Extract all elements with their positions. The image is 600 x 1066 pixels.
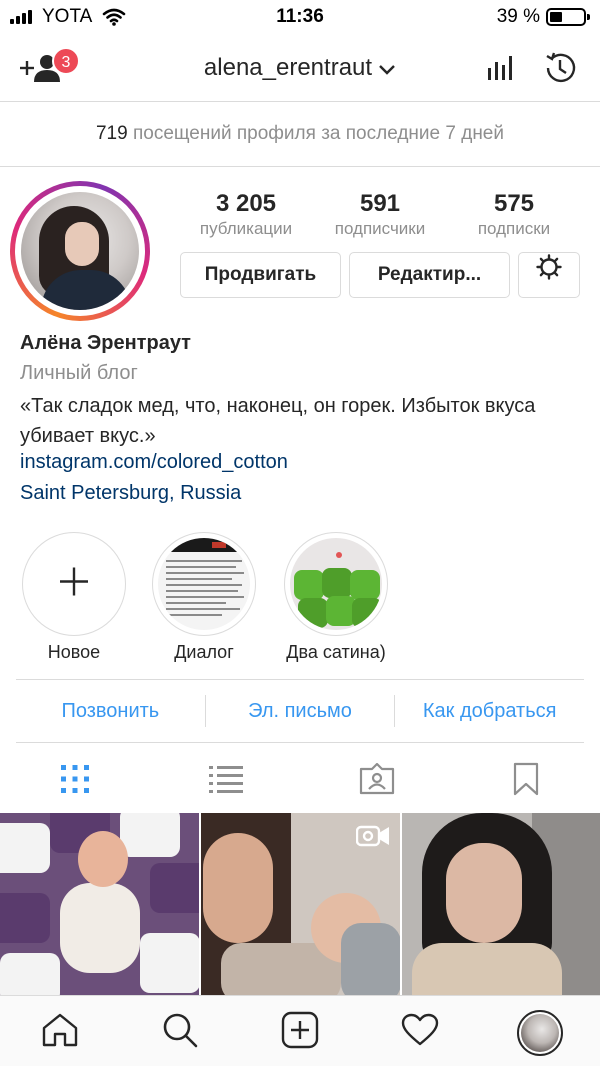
status-bar: YOTA 11:36 39 % xyxy=(0,0,600,34)
post-thumbnail[interactable] xyxy=(402,813,600,995)
tab-list[interactable] xyxy=(206,764,246,798)
stat-posts[interactable]: 3 205 публикации xyxy=(186,190,306,240)
call-button[interactable]: Позвонить xyxy=(16,700,205,723)
profile-website-link[interactable]: instagram.com/colored_cotton xyxy=(20,451,288,474)
profile-full-name: Алёна Эрентраут xyxy=(20,332,191,354)
contact-options-bar: Позвонить Эл. письмо Как добраться xyxy=(16,679,584,743)
post-thumbnail[interactable] xyxy=(0,813,199,995)
new-post-button[interactable] xyxy=(280,1011,320,1054)
highlight-new[interactable]: Новое xyxy=(14,532,134,663)
profile-avatar xyxy=(21,192,139,310)
highlight-two-satins-cover xyxy=(290,538,382,630)
highlight-dialog-label: Диалог xyxy=(174,642,234,662)
search-button[interactable] xyxy=(160,1012,200,1052)
video-camera-icon xyxy=(355,823,390,854)
activity-heart-icon xyxy=(401,1013,439,1052)
profile-view-tabs xyxy=(0,750,600,810)
tab-tagged[interactable] xyxy=(357,762,397,800)
highlight-new-label: Новое xyxy=(47,642,101,662)
email-button[interactable]: Эл. письмо xyxy=(206,700,395,723)
edit-profile-button[interactable]: Редактир... xyxy=(349,252,510,298)
profile-header-bar: 3 alena_erentraut xyxy=(0,34,600,102)
insights-icon[interactable] xyxy=(486,54,516,87)
tab-saved[interactable] xyxy=(506,762,546,801)
search-icon xyxy=(162,1012,198,1053)
settings-button[interactable] xyxy=(518,252,580,298)
stat-posts-value: 3 205 xyxy=(215,190,277,217)
saved-icon xyxy=(513,762,539,801)
profile-tab-avatar[interactable] xyxy=(517,1010,563,1056)
posts-grid xyxy=(0,813,600,995)
highlight-dialog-cover xyxy=(158,538,250,630)
gear-icon xyxy=(536,253,562,297)
plus-icon xyxy=(59,567,89,602)
profile-category: Личный блог xyxy=(20,362,138,384)
visits-text: посещений профиля за последние 7 дней xyxy=(132,123,504,144)
stat-following[interactable]: 575 подписки xyxy=(454,190,574,240)
battery-icon xyxy=(546,8,590,26)
activity-button[interactable] xyxy=(400,1012,440,1052)
profile-avatar-story-ring[interactable] xyxy=(10,181,150,321)
grid-icon xyxy=(60,764,90,799)
tab-grid[interactable] xyxy=(55,764,95,798)
stat-followers[interactable]: 591 подписчики xyxy=(320,190,440,240)
username-label: alena_erentraut xyxy=(203,54,373,81)
profile-location-link[interactable]: Saint Petersburg, Russia xyxy=(20,482,241,505)
profile-bio: «Так сладок мед, что, наконец, он горек.… xyxy=(20,395,536,447)
bottom-navigation-bar xyxy=(0,995,600,1066)
directions-button[interactable]: Как добраться xyxy=(395,700,584,723)
promote-button[interactable]: Продвигать xyxy=(180,252,341,298)
archive-history-icon[interactable] xyxy=(542,50,578,91)
profile-visits-banner[interactable]: 719 посещений профиля за последние 7 дне… xyxy=(0,103,600,167)
video-thumbnail[interactable] xyxy=(201,813,400,995)
highlight-two-satins-label: Два сатина) xyxy=(286,642,386,662)
home-icon xyxy=(41,1012,79,1053)
stat-posts-label: публикации xyxy=(199,219,293,238)
list-icon xyxy=(209,764,243,799)
visits-count: 719 xyxy=(95,123,128,144)
stat-following-label: подписки xyxy=(477,219,551,238)
battery-percentage: 39 % xyxy=(496,6,540,27)
stat-followers-value: 591 xyxy=(359,190,401,217)
highlight-dialog[interactable]: Диалог xyxy=(144,532,264,663)
highlight-two-satins[interactable]: Два сатина) xyxy=(276,532,396,663)
stat-following-value: 575 xyxy=(493,190,535,217)
home-button[interactable] xyxy=(40,1012,80,1052)
chevron-down-icon xyxy=(378,55,396,83)
stat-followers-label: подписчики xyxy=(334,219,426,238)
tagged-icon xyxy=(359,762,395,800)
new-post-icon xyxy=(281,1011,319,1054)
